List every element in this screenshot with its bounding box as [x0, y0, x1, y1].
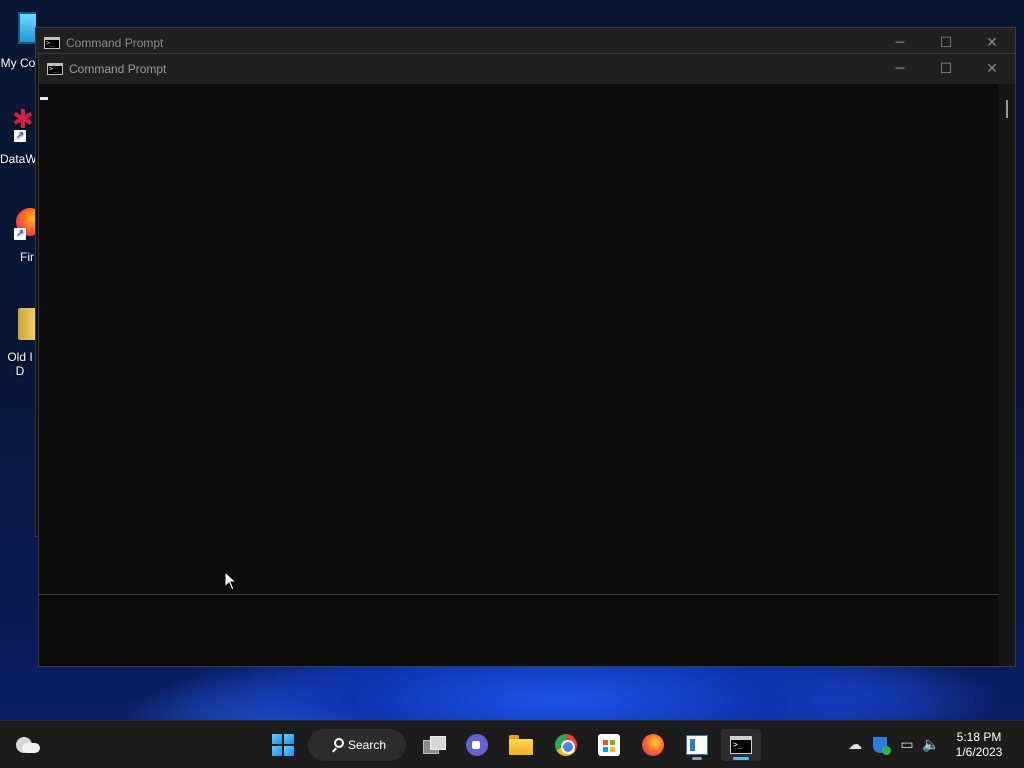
console-output[interactable] — [39, 84, 999, 666]
onedrive-icon[interactable]: ☁ — [845, 735, 865, 755]
terminal-icon — [44, 37, 60, 49]
close-button[interactable]: ✕ — [969, 54, 1015, 84]
taskbar-teams[interactable] — [457, 729, 497, 761]
firefox-icon — [642, 734, 664, 756]
text-cursor — [40, 97, 48, 100]
desktop-icon-label: DataW — [0, 152, 36, 166]
task-view-icon — [423, 736, 446, 754]
search-label: Search — [348, 738, 387, 752]
window-titlebar[interactable]: Command Prompt ─ ☐ ✕ — [39, 54, 1015, 84]
taskbar-command-prompt[interactable] — [721, 729, 761, 761]
volume-icon[interactable]: 🔈 — [921, 735, 941, 755]
notepad-icon — [686, 735, 708, 755]
window-title: Command Prompt — [69, 62, 167, 76]
clock-time: 5:18 PM — [956, 730, 1002, 744]
mouse-pointer-icon — [224, 571, 238, 591]
maximize-button[interactable]: ☐ — [923, 54, 969, 84]
taskbar: Search ☁ ▭ 🔈 5:18 PM 1/6/2023 — [0, 720, 1024, 768]
desktop-icon-firefox[interactable]: ↗ Fir — [0, 206, 36, 264]
active-indicator — [733, 757, 749, 760]
minimize-button[interactable]: ─ — [877, 54, 923, 84]
firefox-icon: ↗ — [0, 206, 36, 240]
vertical-scrollbar[interactable] — [999, 84, 1015, 666]
search-icon — [334, 738, 344, 748]
taskbar-notepad[interactable] — [677, 729, 717, 761]
desktop-icon-old-folder[interactable]: Old I D — [0, 306, 36, 378]
desktop-icon-label: Old I D — [7, 350, 33, 378]
desktop-icon-label: Fir — [20, 250, 34, 264]
scrollbar-thumb[interactable] — [1006, 100, 1008, 118]
windows-start-icon — [272, 734, 294, 756]
desktop-icon-datawarrior[interactable]: ✱ ↗ DataW — [0, 108, 36, 166]
teams-icon — [466, 734, 488, 756]
terminal-icon — [47, 63, 63, 75]
terminal-icon — [730, 736, 752, 754]
taskbar-firefox[interactable] — [633, 729, 673, 761]
store-icon — [598, 734, 620, 756]
desktop-icon-label: My Co — [0, 56, 36, 70]
chrome-icon — [555, 734, 577, 756]
running-indicator — [692, 757, 702, 760]
command-prompt-window[interactable]: Command Prompt ─ ☐ ✕ — [38, 53, 1016, 667]
taskbar-chrome[interactable] — [546, 729, 586, 761]
taskbar-search-button[interactable]: Search — [308, 729, 406, 761]
folder-icon — [0, 306, 36, 340]
weather-widget-icon[interactable] — [14, 733, 42, 757]
console-divider — [39, 594, 999, 595]
taskbar-clock[interactable]: 5:18 PM 1/6/2023 — [946, 730, 1012, 760]
taskbar-store[interactable] — [589, 729, 629, 761]
computer-icon — [0, 12, 36, 46]
start-button[interactable] — [263, 729, 303, 761]
taskbar-file-explorer[interactable] — [501, 729, 541, 761]
datawarrior-icon: ✱ ↗ — [12, 108, 34, 142]
window-title: Command Prompt — [66, 36, 164, 50]
desktop-icon-my-computer[interactable]: My Co — [0, 12, 36, 70]
taskbar-task-view[interactable] — [414, 729, 454, 761]
network-icon[interactable]: ▭ — [897, 735, 917, 755]
clock-date: 1/6/2023 — [955, 745, 1003, 759]
folder-icon — [509, 735, 533, 755]
security-icon[interactable] — [870, 735, 891, 755]
